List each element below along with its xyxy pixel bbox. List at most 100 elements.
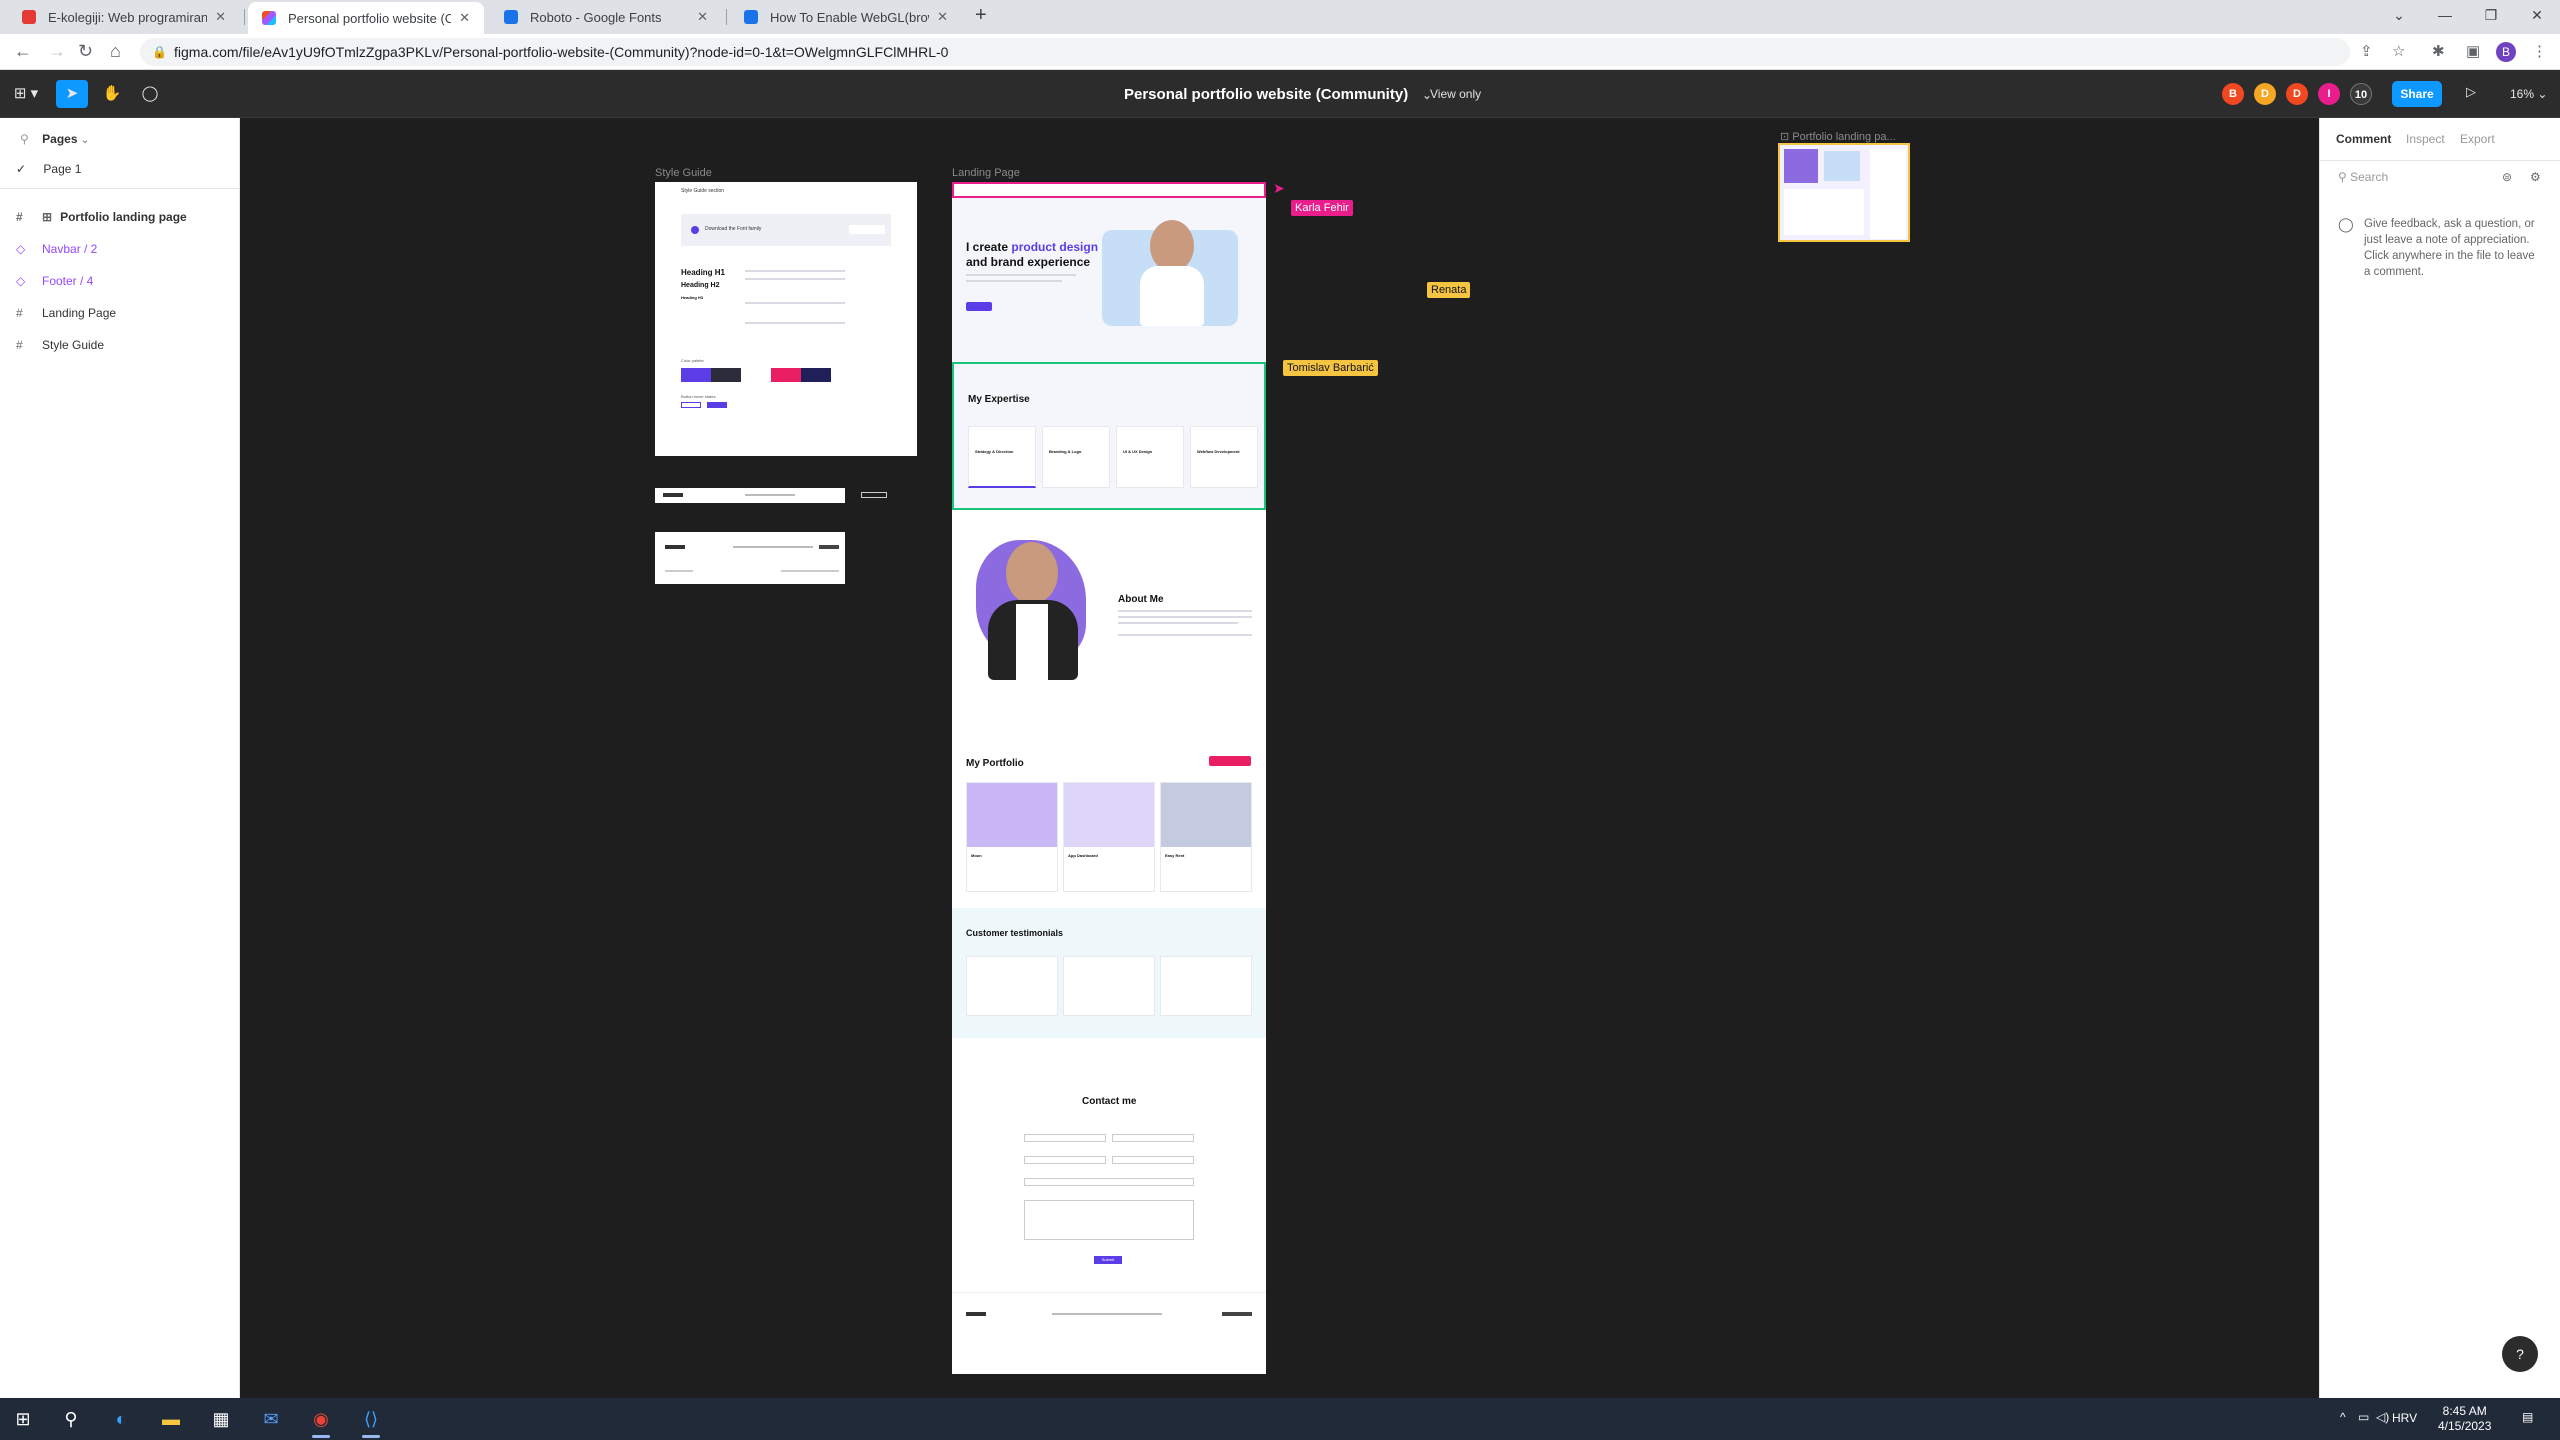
browser-tab-active[interactable]: Personal portfolio website (Comm ✕ [248,2,484,34]
form-field [1112,1156,1194,1164]
comment-tool-icon[interactable]: ◯ [134,80,166,108]
close-icon[interactable]: ✕ [459,10,470,26]
settings-icon[interactable]: ⚙ [2530,170,2541,184]
color-swatch [711,368,741,382]
collaborator-avatar[interactable]: I [2318,83,2340,105]
tab-title: How To Enable WebGL(browser) [770,9,929,25]
view-only-badge: View only [1430,87,1482,101]
collaborator-avatar[interactable]: D [2286,83,2308,105]
form-field [1024,1134,1106,1142]
browser-tab[interactable]: E-kolegiji: Web programiranje ✕ [8,0,240,34]
expertise-card: Branding & Logo [1042,426,1110,488]
layer-footer[interactable]: ◇ Footer / 4 [16,274,93,288]
input-language[interactable]: HRV [2392,1411,2417,1425]
new-tab-button[interactable]: + [975,4,987,27]
layer-landing-page[interactable]: # Landing Page [16,306,116,320]
frame-label-landing-page[interactable]: Landing Page [952,167,1020,179]
help-button[interactable]: ? [2502,1336,2538,1372]
figma-canvas[interactable]: Style Guide Style Guide section Download… [241,118,2319,1398]
tab-export[interactable]: Export [2460,132,2495,146]
pages-header[interactable]: ⚲ Pages ⌄ [20,132,89,146]
file-explorer-icon[interactable]: ▬ [156,1404,186,1434]
share-page-icon[interactable]: ⇪ [2360,42,2373,60]
lock-icon[interactable]: 🔒 [152,38,167,66]
mail-icon[interactable]: ✉ [256,1404,286,1434]
bookmark-star-icon[interactable]: ☆ [2392,42,2405,60]
close-icon[interactable]: ✕ [697,9,708,25]
layer-style-guide[interactable]: # Style Guide [16,338,104,352]
page-item[interactable]: ✓ Page 1 [16,162,81,176]
chevron-down-icon[interactable]: ⌄ [81,135,89,146]
url-text: figma.com/file/eAv1yU9fOTmlzZgpa3PKLv/Pe… [174,44,949,60]
copyright-line [665,570,693,572]
address-bar[interactable]: 🔒 figma.com/file/eAv1yU9fOTmlzZgpa3PKLv/… [140,38,2350,66]
forward-icon[interactable]: → [48,41,66,62]
search-icon[interactable]: ⚲ [20,132,29,146]
file-title[interactable]: Personal portfolio website (Community) ⌄ [1124,86,1432,103]
comment-search-input[interactable]: ⚲ Search [2338,170,2388,184]
move-tool-icon[interactable]: ➤ [56,80,88,108]
profile-avatar[interactable]: B [2496,42,2516,62]
volume-icon[interactable]: ◁) [2376,1410,2389,1424]
home-icon[interactable]: ⌂ [110,41,121,62]
system-clock[interactable]: 8:45 AM 4/15/2023 [2438,1404,2491,1434]
minimize-button[interactable]: — [2422,0,2468,34]
tray-chevron-icon[interactable]: ^ [2340,1410,2346,1424]
about-paragraph [1118,616,1252,618]
hero-cta-button [966,302,992,311]
windows-start-icon[interactable]: ⊞ [8,1404,38,1434]
search-icon[interactable]: ⚲ [56,1404,86,1434]
footer-component[interactable] [655,532,845,584]
collaborator-avatar[interactable]: D [2254,83,2276,105]
about-title: About Me [1118,594,1164,605]
browser-tab[interactable]: Roboto - Google Fonts ✕ [490,0,722,34]
frame-label-portfolio-landing[interactable]: ⊡ Portfolio landing pa... [1780,130,1896,143]
back-icon[interactable]: ← [14,41,32,62]
tab-comment[interactable]: Comment [2336,132,2391,146]
share-button[interactable]: Share [2392,81,2442,107]
divider [2320,160,2560,161]
frame-label-style-guide[interactable]: Style Guide [655,167,712,179]
chrome-icon[interactable]: ◉ [306,1404,336,1438]
present-play-icon[interactable]: ▷ [2466,84,2476,100]
extensions-icon[interactable]: ✱ [2432,42,2445,60]
collaborator-avatar[interactable]: B [2222,83,2244,105]
download-icon [691,226,699,234]
tab-search-icon[interactable]: ⌄ [2376,0,2422,34]
tab-inspect[interactable]: Inspect [2406,132,2445,146]
hero-portrait-head [1150,220,1194,272]
zoom-level[interactable]: 16% ⌄ [2510,87,2547,101]
layer-portfolio-landing-page[interactable]: # ⊞ Portfolio landing page [16,210,187,224]
hand-tool-icon[interactable]: ✋ [96,80,128,108]
close-window-button[interactable]: ✕ [2514,0,2560,34]
edge-icon[interactable]: ◐ [106,1404,136,1434]
zoom-text: 16% [2510,87,2535,101]
layer-label: Navbar / 2 [42,242,98,256]
button-sample [707,402,727,408]
tab-separator [726,9,727,25]
side-panel-icon[interactable]: ▣ [2466,42,2480,60]
heading-h1-sample: Heading H1 [681,268,726,277]
landing-page-frame[interactable]: I create product design and brand experi… [952,182,1266,1374]
vscode-icon[interactable]: ⟨⟩ [356,1404,386,1438]
collaborator-count[interactable]: 10 [2350,83,2372,105]
navbar-component[interactable] [655,488,887,503]
store-icon[interactable]: ▦ [206,1404,236,1434]
browser-toolbar: ← → ↻ ⌂ 🔒 figma.com/file/eAv1yU9fOTmlzZg… [0,34,2560,70]
figma-menu-icon[interactable]: ⊞ ▾ [6,80,46,108]
notifications-icon[interactable]: ▤ [2522,1410,2533,1424]
style-guide-frame[interactable]: Style Guide section Download the Font fa… [655,182,917,456]
menu-kebab-icon[interactable]: ⋮ [2532,42,2547,60]
filter-icon[interactable]: ⊜ [2502,170,2512,184]
portfolio-landing-thumbnail[interactable] [1778,143,1910,242]
network-icon[interactable]: ▭ [2358,1410,2369,1424]
close-icon[interactable]: ✕ [215,9,226,25]
close-icon[interactable]: ✕ [937,9,948,25]
restore-button[interactable]: ❐ [2468,0,2514,34]
browser-tab[interactable]: How To Enable WebGL(browser) ✕ [730,0,962,34]
layer-navbar[interactable]: ◇ Navbar / 2 [16,242,97,256]
cursor-label: Tomislav Barbarić [1283,360,1378,376]
portfolio-thumbnail [1064,783,1154,847]
reload-icon[interactable]: ↻ [78,41,93,62]
testimonial-card [966,956,1058,1016]
